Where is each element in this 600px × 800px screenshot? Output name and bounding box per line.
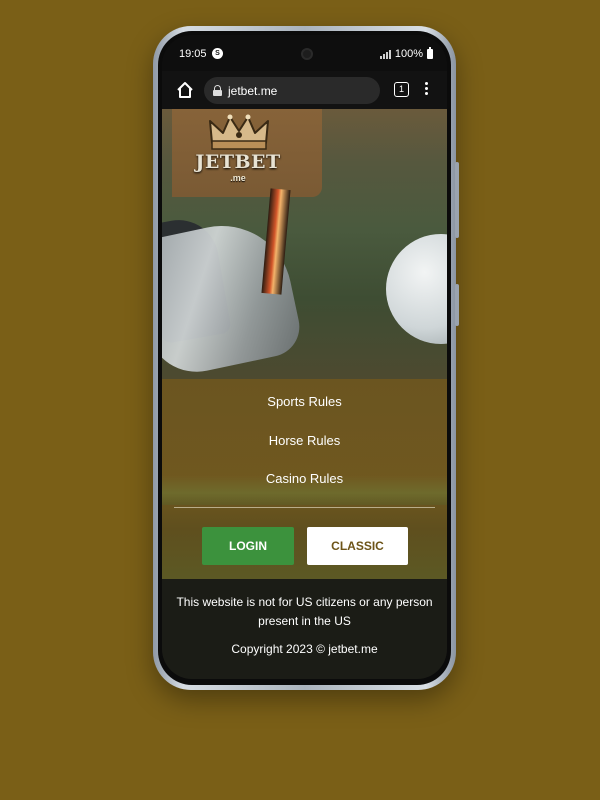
battery-icon [427, 47, 433, 59]
sports-rules-link[interactable]: Sports Rules [162, 394, 447, 409]
us-notice: This website is not for US citizens or a… [176, 595, 433, 628]
hero-image: JETBET .me [162, 109, 447, 379]
login-button[interactable]: LOGIN [202, 527, 294, 565]
casino-rules-link[interactable]: Casino Rules [162, 471, 447, 486]
classic-button[interactable]: CLASSIC [307, 527, 408, 565]
horse-rules-link[interactable]: Horse Rules [162, 433, 447, 448]
golf-ball-image [386, 234, 447, 344]
address-bar[interactable]: jetbet.me [204, 77, 380, 104]
footer: This website is not for US citizens or a… [162, 579, 447, 679]
lock-icon [213, 85, 222, 96]
status-bar: 19:05 S 100% [162, 35, 447, 71]
tab-count-icon[interactable]: 1 [394, 82, 409, 97]
copyright-text: Copyright 2023 © jetbet.me [231, 642, 378, 656]
logo-text: JETBET [195, 151, 281, 173]
notification-icon: S [212, 48, 223, 59]
crown-icon [209, 114, 269, 150]
front-camera [301, 48, 313, 60]
home-icon[interactable] [176, 81, 194, 99]
phone-frame: 19:05 S 100% jetbet.me 1 JETBET .me Spor… [153, 26, 459, 690]
phone-bezel: 19:05 S 100% jetbet.me 1 JETBET .me Spor… [158, 31, 451, 685]
phone-screen: 19:05 S 100% jetbet.me 1 JETBET .me Spor… [162, 35, 447, 679]
power-button [455, 284, 459, 326]
menu-divider [174, 507, 435, 508]
url-text: jetbet.me [228, 83, 278, 98]
status-indicators: 100% [379, 47, 433, 60]
volume-button [455, 162, 459, 238]
battery-percent: 100% [394, 48, 423, 60]
signal-icon [379, 49, 391, 59]
status-time: 19:05 [179, 48, 207, 60]
menu-panel: Sports Rules Horse Rules Casino Rules LO… [162, 379, 447, 579]
more-vert-icon[interactable] [425, 82, 429, 98]
site-logo[interactable]: JETBET .me [182, 113, 294, 189]
browser-toolbar: jetbet.me 1 [162, 71, 447, 109]
logo-suffix: .me [230, 173, 246, 183]
